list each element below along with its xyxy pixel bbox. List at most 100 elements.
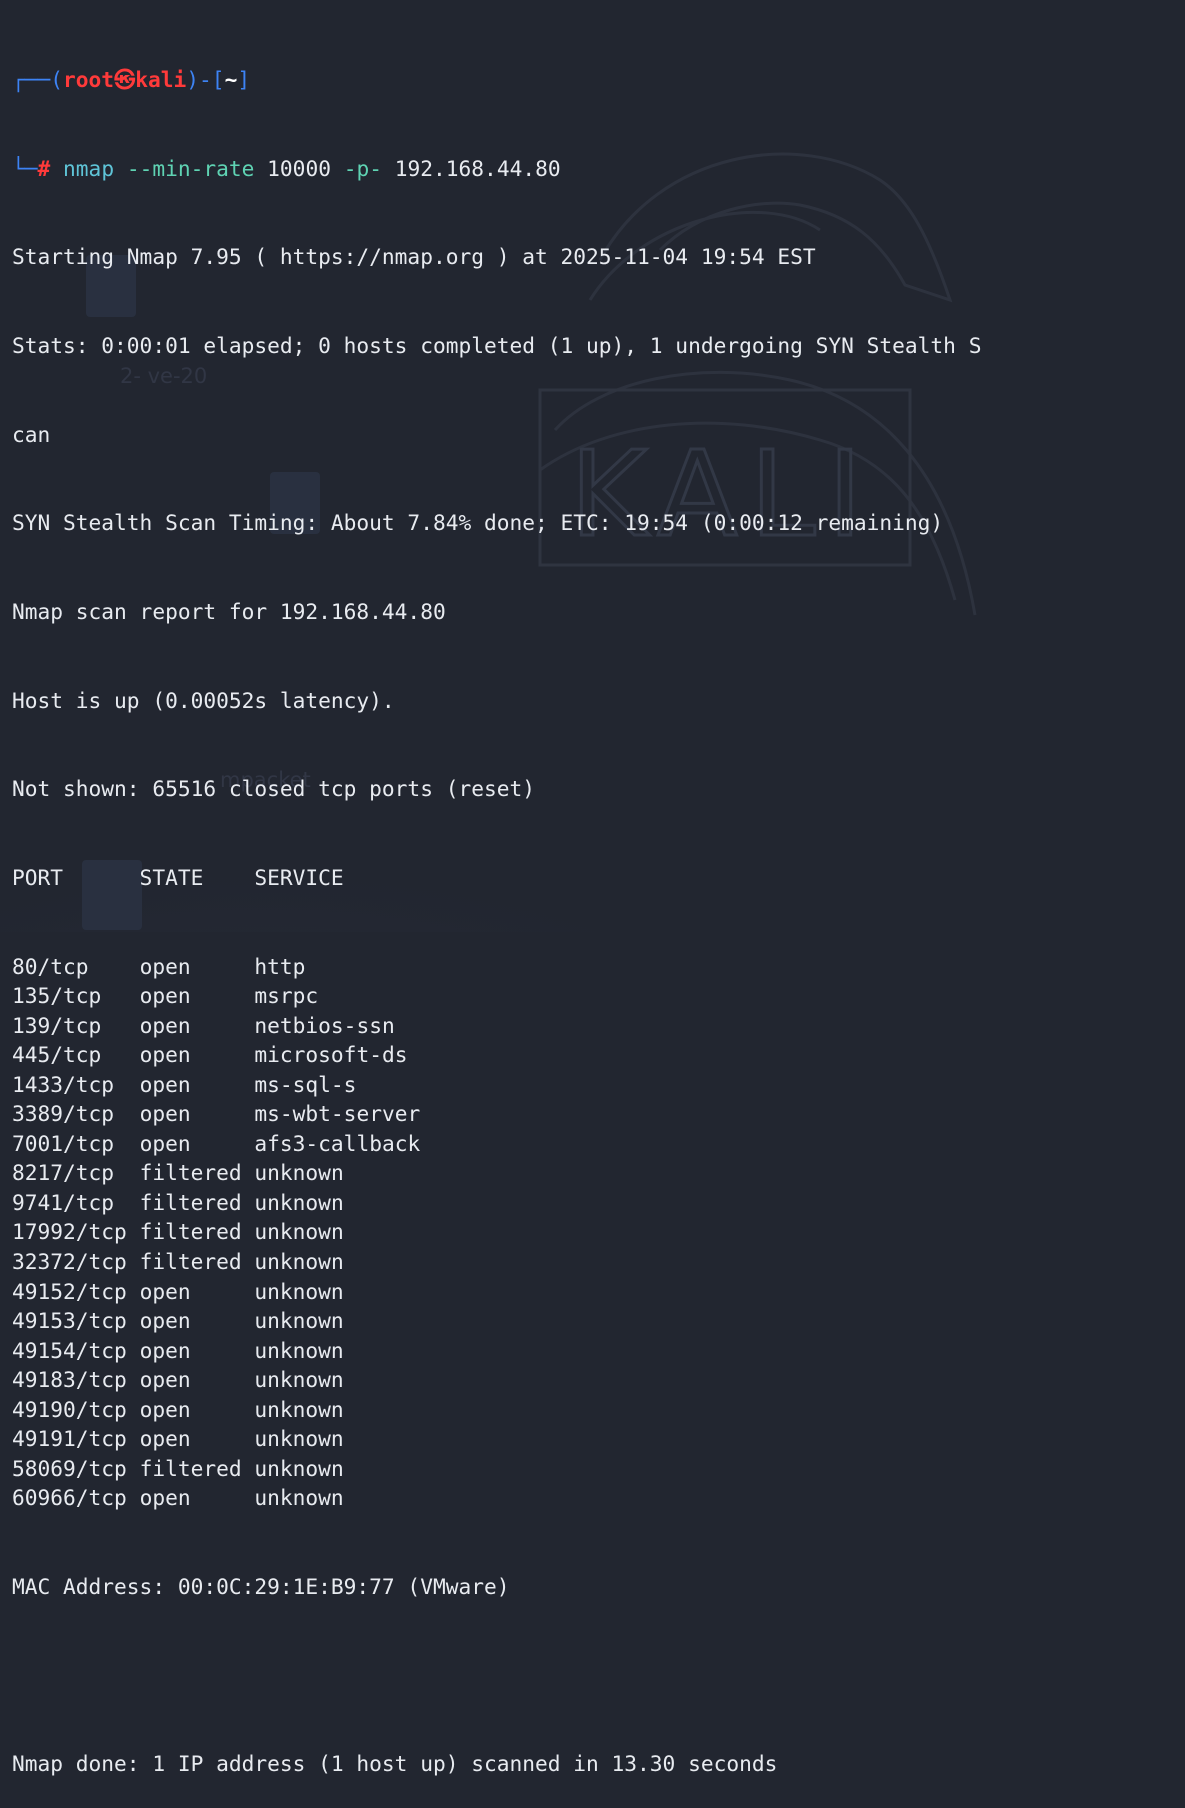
port-cell: 445/tcp (12, 1042, 102, 1068)
port-row: 135/tcp open msrpc (12, 981, 1185, 1011)
state-cell: open (139, 1012, 191, 1038)
port-table: 80/tcp open http 135/tcp open msrpc 139/tc… (12, 952, 1185, 1513)
state-cell: open (139, 1367, 191, 1393)
state-cell: filtered (139, 1219, 242, 1245)
port-cell: 49183/tcp (12, 1367, 127, 1393)
port-row: 139/tcp open netbios-ssn (12, 1011, 1185, 1041)
state-cell: open (139, 1308, 191, 1334)
prompt-line: ┌──(root㉿kali)-[~] (12, 67, 251, 93)
port-cell: 3389/tcp (12, 1101, 115, 1127)
prompt-symbol: # (37, 155, 51, 181)
service-cell: microsoft-ds (254, 1042, 408, 1068)
service-cell: unknown (254, 1455, 344, 1481)
port-row: 49183/tcp open unknown (12, 1365, 1185, 1395)
prompt-cwd: ~ (224, 67, 238, 93)
port-table-header: PORT STATE SERVICE (12, 864, 344, 890)
port-row: 60966/tcp open unknown (12, 1483, 1185, 1513)
port-cell: 135/tcp (12, 983, 102, 1009)
port-cell: 58069/tcp (12, 1455, 127, 1481)
state-cell: open (139, 1130, 191, 1156)
state-cell: open (139, 1042, 191, 1068)
service-cell: unknown (254, 1426, 344, 1452)
port-row: 445/tcp open microsoft-ds (12, 1040, 1185, 1070)
port-cell: 49152/tcp (12, 1278, 127, 1304)
state-cell: open (139, 1396, 191, 1422)
port-row: 49154/tcp open unknown (12, 1336, 1185, 1366)
service-cell: unknown (254, 1485, 344, 1511)
service-cell: ms-sql-s (254, 1071, 357, 1097)
port-row: 3389/tcp open ms-wbt-server (12, 1099, 1185, 1129)
prompt-user: root (63, 67, 115, 93)
port-cell: 32372/tcp (12, 1248, 127, 1274)
service-cell: unknown (254, 1337, 344, 1363)
service-cell: unknown (254, 1248, 344, 1274)
state-cell: open (139, 983, 191, 1009)
output-line: Starting Nmap 7.95 ( https://nmap.org ) … (12, 244, 816, 270)
prompt-box-bottom: └─ (12, 155, 38, 181)
port-cell: 17992/tcp (12, 1219, 127, 1245)
port-row: 58069/tcp filtered unknown (12, 1454, 1185, 1484)
prompt-at-icon: ㉿ (114, 67, 136, 93)
service-cell: http (254, 953, 306, 979)
port-cell: 8217/tcp (12, 1160, 115, 1186)
output-line: SYN Stealth Scan Timing: About 7.84% don… (12, 510, 944, 536)
port-cell: 49191/tcp (12, 1426, 127, 1452)
port-row: 17992/tcp filtered unknown (12, 1217, 1185, 1247)
state-cell: filtered (139, 1160, 242, 1186)
service-cell: unknown (254, 1160, 344, 1186)
port-cell: 7001/tcp (12, 1130, 115, 1156)
terminal-output[interactable]: ┌──(root㉿kali)-[~] └─# nmap --min-rate 1… (12, 6, 1185, 1808)
service-cell: unknown (254, 1278, 344, 1304)
port-row: 1433/tcp open ms-sql-s (12, 1070, 1185, 1100)
port-cell: 80/tcp (12, 953, 89, 979)
command-flag-min-rate: --min-rate (126, 155, 255, 181)
service-cell: unknown (254, 1219, 344, 1245)
state-cell: open (139, 953, 191, 979)
service-cell: netbios-ssn (254, 1012, 395, 1038)
port-row: 49191/tcp open unknown (12, 1424, 1185, 1454)
service-cell: ms-wbt-server (254, 1101, 421, 1127)
port-row: 32372/tcp filtered unknown (12, 1247, 1185, 1277)
port-cell: 1433/tcp (12, 1071, 115, 1097)
service-cell: unknown (254, 1189, 344, 1215)
port-cell: 49190/tcp (12, 1396, 127, 1422)
command-target: 192.168.44.80 (394, 155, 561, 181)
port-cell: 49154/tcp (12, 1337, 127, 1363)
state-cell: open (139, 1101, 191, 1127)
output-line: Host is up (0.00052s latency). (12, 687, 395, 713)
command-line: └─# nmap --min-rate 10000 -p- 192.168.44… (12, 154, 1185, 184)
command-rate-value: 10000 (267, 155, 331, 181)
output-line: Not shown: 65516 closed tcp ports (reset… (12, 776, 535, 802)
service-cell: msrpc (254, 983, 319, 1009)
mac-address-line: MAC Address: 00:0C:29:1E:B9:77 (VMware) (12, 1573, 510, 1599)
output-line: Nmap scan report for 192.168.44.80 (12, 598, 446, 624)
port-row: 9741/tcp filtered unknown (12, 1188, 1185, 1218)
state-cell: filtered (139, 1248, 242, 1274)
state-cell: filtered (139, 1189, 242, 1215)
prompt-host: kali (135, 67, 187, 93)
service-cell: unknown (254, 1308, 344, 1334)
port-row: 80/tcp open http (12, 952, 1185, 982)
output-line: can (12, 421, 51, 447)
state-cell: filtered (139, 1455, 242, 1481)
port-cell: 139/tcp (12, 1012, 102, 1038)
scan-summary-line: Nmap done: 1 IP address (1 host up) scan… (12, 1751, 778, 1777)
port-row: 49152/tcp open unknown (12, 1277, 1185, 1307)
service-cell: afs3-callback (254, 1130, 421, 1156)
port-row: 7001/tcp open afs3-callback (12, 1129, 1185, 1159)
state-cell: open (139, 1485, 191, 1511)
prompt-box-top: ┌──( (12, 67, 64, 93)
port-row: 8217/tcp filtered unknown (12, 1158, 1185, 1188)
state-cell: open (139, 1071, 191, 1097)
service-cell: unknown (254, 1367, 344, 1393)
command-program: nmap (63, 155, 115, 181)
state-cell: open (139, 1337, 191, 1363)
state-cell: open (139, 1426, 191, 1452)
command-flag-ports: -p- (343, 155, 382, 181)
state-cell: open (139, 1278, 191, 1304)
port-cell: 9741/tcp (12, 1189, 115, 1215)
port-row: 49190/tcp open unknown (12, 1395, 1185, 1425)
service-cell: unknown (254, 1396, 344, 1422)
output-line: Stats: 0:00:01 elapsed; 0 hosts complete… (12, 333, 982, 359)
